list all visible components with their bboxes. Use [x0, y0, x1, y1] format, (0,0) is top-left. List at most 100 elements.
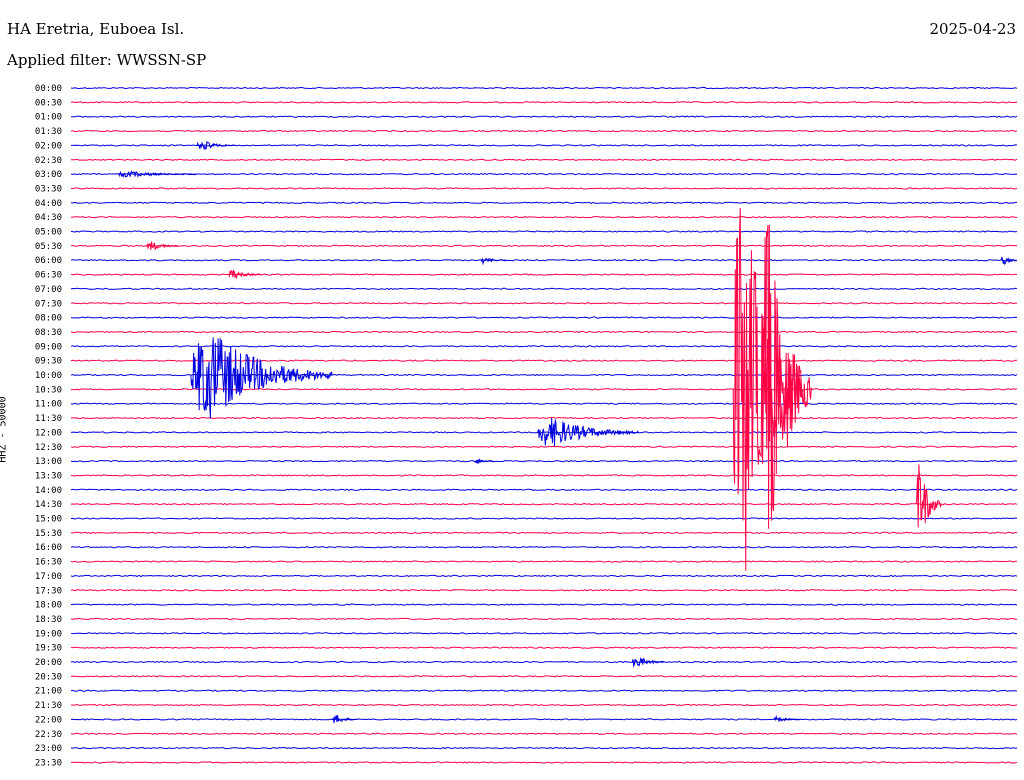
time-label: 19:30: [35, 644, 62, 654]
time-label: 14:30: [35, 500, 62, 510]
trace-row-0500: [70, 230, 1018, 233]
seismic-event-4: [1000, 256, 1017, 266]
trace-row-1630: [70, 560, 1018, 563]
time-label: 12:00: [35, 428, 62, 438]
trace-row-1800: [70, 603, 1018, 606]
time-label: 07:30: [35, 299, 62, 309]
trace-row-0330: [70, 187, 1018, 190]
time-label: 08:30: [35, 328, 62, 338]
time-label: 09:00: [35, 342, 62, 352]
trace-row-2130: [70, 703, 1018, 707]
time-label: 18:30: [35, 615, 62, 625]
time-label: 15:30: [35, 529, 62, 539]
trace-row-0400: [70, 201, 1018, 204]
trace-row-1500: [70, 517, 1018, 520]
trace-row-0130: [70, 129, 1018, 133]
time-label: 23:30: [35, 758, 62, 768]
time-labels: 00:00 00:30 01:00 01:30 02:00 02:30 03:00 03:30…: [35, 84, 62, 768]
trace-row-0700: [70, 287, 1018, 291]
time-label: 22:00: [35, 715, 62, 725]
time-label: 19:00: [35, 629, 62, 639]
time-label: 11:30: [35, 414, 62, 424]
trace-row-1900: [70, 632, 1018, 635]
time-label: 08:00: [35, 314, 62, 324]
trace-row-0830: [70, 330, 1018, 334]
trace-row-1130: [70, 416, 1018, 420]
time-label: 14:00: [35, 486, 62, 496]
trace-row-0100: [71, 115, 1018, 118]
trace-row-2000: [70, 660, 1018, 664]
seismic-event-2: [146, 241, 179, 251]
time-label: 16:30: [35, 558, 62, 568]
seismic-event-12: [631, 656, 664, 668]
trace-row-2330: [71, 761, 1018, 764]
trace-row-0000: [70, 86, 1018, 90]
trace-row-1330: [70, 474, 1018, 477]
time-label: 17:00: [35, 572, 62, 582]
time-label: 16:00: [35, 543, 62, 553]
time-label: 03:00: [35, 170, 62, 180]
time-label: 06:30: [35, 271, 62, 281]
seismic-event-3: [480, 257, 507, 266]
time-label: 23:00: [35, 744, 62, 754]
helicorder-plot: 00:00 00:30 01:00 01:30 02:00 02:30 03:00 03:30…: [35, 84, 1018, 768]
time-label: 06:00: [35, 256, 62, 266]
trace-row-0030: [70, 101, 1018, 104]
time-label: 09:30: [35, 357, 62, 367]
time-label: 07:00: [35, 285, 62, 295]
trace-row-0300: [70, 172, 1018, 176]
time-label: 18:00: [35, 601, 62, 611]
trace-row-2230: [70, 732, 1018, 735]
trace-group: [70, 86, 1018, 764]
trace-row-0600: [70, 259, 1018, 262]
trace-row-1100: [70, 402, 1018, 405]
trace-row-0930: [70, 359, 1018, 362]
time-label: 20:30: [35, 672, 62, 682]
time-label: 03:30: [35, 184, 62, 194]
time-label: 02:30: [35, 156, 62, 166]
trace-row-1000: [70, 373, 1018, 377]
trace-row-0430: [70, 216, 1018, 219]
trace-row-0630: [70, 273, 1018, 276]
seismic-event-10: [761, 224, 813, 529]
trace-row-2100: [70, 689, 1018, 692]
time-label: 00:30: [35, 98, 62, 108]
time-label: 12:30: [35, 443, 62, 453]
time-label: 05:30: [35, 242, 62, 252]
trace-row-2300: [71, 746, 1018, 750]
trace-row-1230: [70, 445, 1018, 448]
time-label: 10:30: [35, 385, 62, 395]
trace-row-0800: [70, 316, 1018, 319]
time-label: 05:00: [35, 228, 62, 238]
trace-row-0730: [70, 302, 1018, 305]
trace-row-0530: [70, 244, 1018, 247]
trace-row-1700: [70, 574, 1018, 578]
time-label: 04:00: [35, 199, 62, 209]
trace-row-1530: [70, 531, 1018, 534]
trace-row-1300: [70, 459, 1018, 463]
time-label: 04:30: [35, 213, 62, 223]
trace-row-0230: [71, 158, 1018, 161]
trace-row-1730: [70, 589, 1018, 592]
time-label: 13:00: [35, 457, 62, 467]
trace-row-1930: [71, 646, 1017, 649]
trace-row-1830: [70, 617, 1018, 621]
time-label: 21:30: [35, 701, 62, 711]
trace-row-2030: [70, 675, 1018, 678]
time-label: 10:00: [35, 371, 62, 381]
trace-row-1600: [70, 546, 1018, 549]
time-label: 02:00: [35, 141, 62, 151]
time-label: 13:30: [35, 471, 62, 481]
seismic-event-14: [773, 714, 800, 722]
trace-row-1030: [70, 388, 1018, 391]
time-label: 01:00: [35, 113, 62, 123]
seismic-event-6: [190, 337, 333, 419]
time-label: 15:00: [35, 515, 62, 525]
trace-row-1400: [70, 488, 1018, 491]
time-label: 11:00: [35, 400, 62, 410]
trace-row-2200: [70, 718, 1018, 721]
time-label: 01:30: [35, 127, 62, 137]
time-label: 00:00: [35, 84, 62, 94]
time-label: 22:30: [35, 730, 62, 740]
time-label: 21:00: [35, 687, 62, 697]
